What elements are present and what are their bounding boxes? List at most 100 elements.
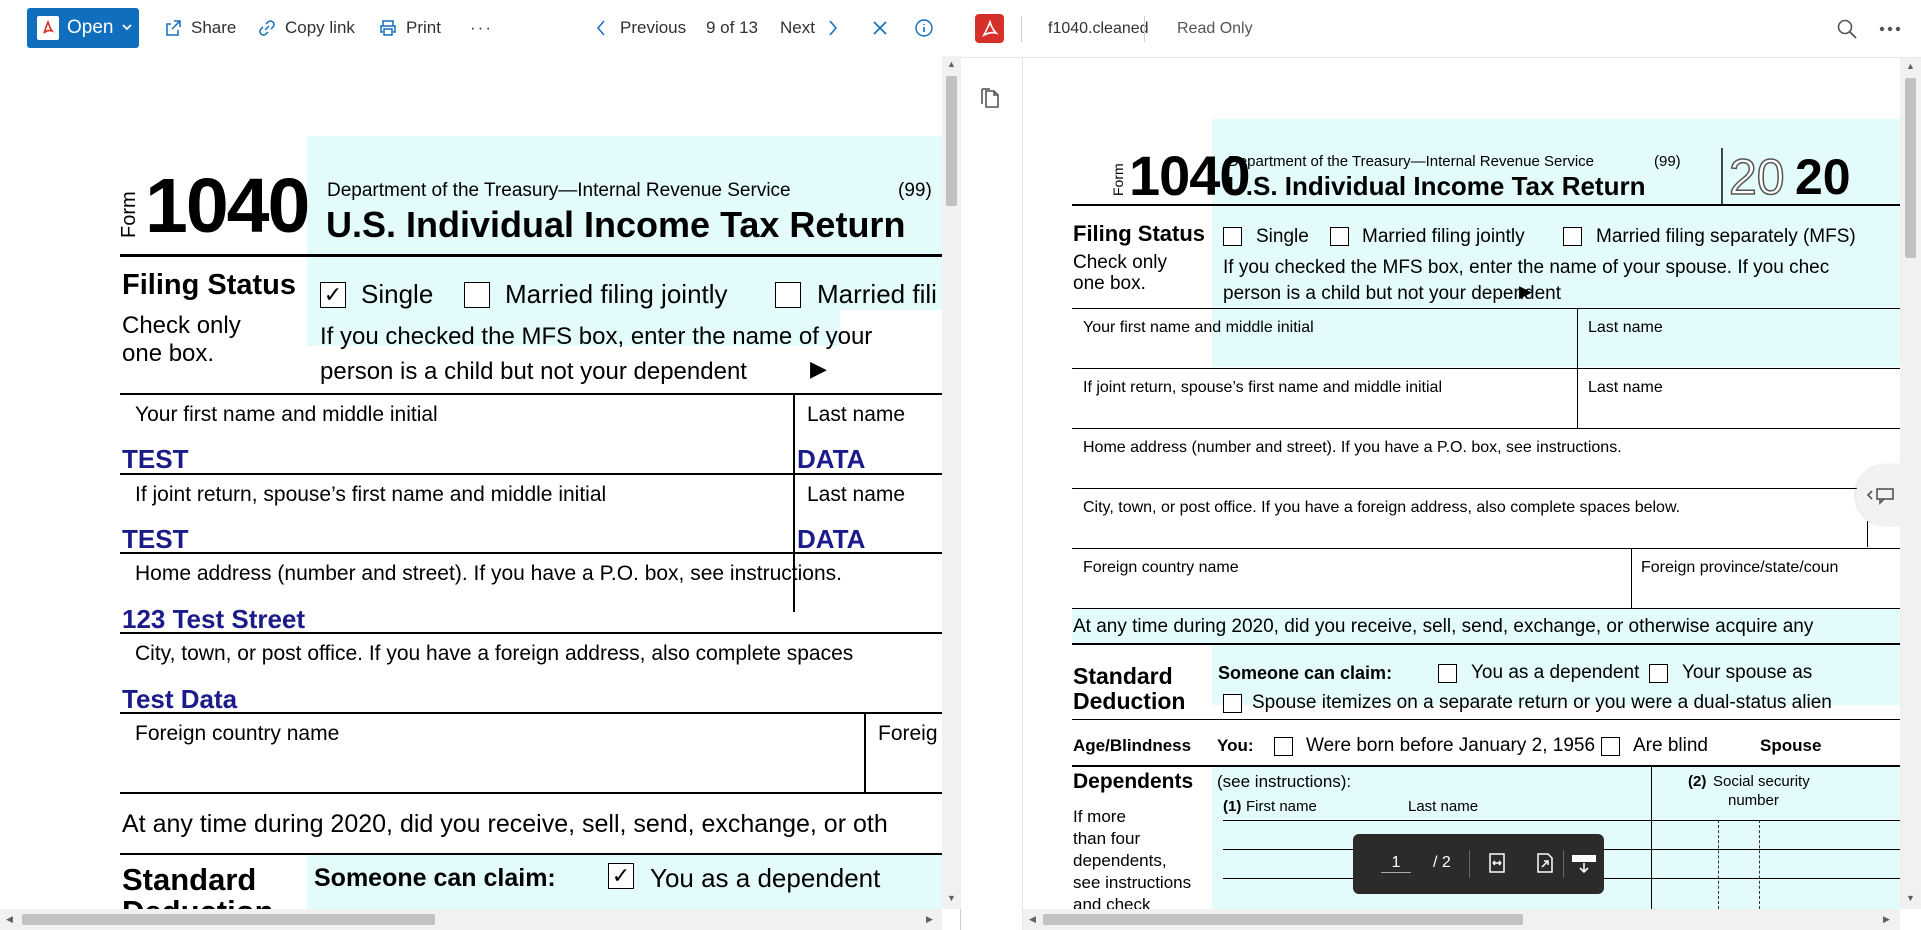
- if-more-line-2: than four: [1073, 829, 1141, 848]
- spouse-itemizes-checkbox[interactable]: [1223, 694, 1242, 713]
- next-button[interactable]: Next: [780, 14, 843, 42]
- divider: [1021, 16, 1022, 42]
- form-title: U.S. Individual Income Tax Return: [326, 204, 906, 245]
- married-separately-checkbox[interactable]: [1563, 227, 1582, 246]
- married-jointly-checkbox[interactable]: [464, 282, 490, 308]
- open-button[interactable]: Open: [27, 8, 139, 48]
- page-thumbnails-button[interactable]: [978, 86, 1002, 110]
- spouse-first-name-label: If joint return, spouse’s first name and…: [135, 483, 607, 506]
- married-jointly-checkbox[interactable]: [1330, 227, 1349, 246]
- one-box-text: one box.: [1073, 273, 1146, 294]
- scroll-up-arrow-icon[interactable]: ▲: [1906, 62, 1915, 71]
- share-label: Share: [191, 18, 237, 37]
- you-as-dependent-checkbox[interactable]: [1438, 664, 1457, 683]
- home-address-field[interactable]: 123 Test Street: [122, 604, 305, 635]
- right-document-page: Form 1040 Department of the Treasury—Int…: [1023, 58, 1900, 909]
- left-horizontal-scrollbar[interactable]: ◀ ▶: [0, 909, 942, 930]
- first-name-field[interactable]: TEST: [122, 444, 188, 475]
- rule: [1072, 308, 1900, 309]
- ssn-divider: [1718, 820, 1719, 909]
- if-more-line-1: If more: [1073, 807, 1126, 826]
- scroll-right-arrow-icon[interactable]: ▶: [1883, 915, 1890, 924]
- foreign-country-label: Foreign country name: [135, 722, 340, 745]
- scroll-down-arrow-icon[interactable]: ▼: [947, 894, 956, 903]
- scroll-down-arrow-icon[interactable]: ▼: [1906, 894, 1915, 903]
- fit-width-button[interactable]: [1485, 851, 1509, 875]
- born-before-label: Were born before January 2, 1956: [1306, 735, 1596, 756]
- page-number-input[interactable]: 1: [1381, 854, 1411, 873]
- you-label: You:: [1217, 736, 1254, 755]
- divider: [1469, 850, 1470, 878]
- right-vertical-scrollbar[interactable]: ▲ ▼: [1900, 58, 1921, 909]
- last-name-field[interactable]: DATA: [797, 444, 865, 475]
- you-as-dependent-label: You as a dependent: [650, 863, 881, 893]
- rule: [120, 393, 942, 395]
- search-icon: [1837, 19, 1857, 39]
- close-button[interactable]: [870, 14, 890, 42]
- arrow-right-icon: ▶: [810, 356, 827, 381]
- mfs-note-line-1: If you checked the MFS box, enter the na…: [320, 323, 873, 350]
- are-blind-checkbox[interactable]: [1601, 737, 1620, 756]
- scroll-right-arrow-icon[interactable]: ▶: [926, 915, 933, 924]
- horizontal-scroll-thumb[interactable]: [22, 914, 435, 925]
- more-options-button[interactable]: [1877, 17, 1903, 41]
- spouse-as-dependent-checkbox[interactable]: [1649, 664, 1668, 683]
- married-separately-checkbox[interactable]: [775, 282, 801, 308]
- open-button-label: Open: [67, 17, 114, 38]
- pages-icon: [981, 88, 999, 108]
- left-vertical-scrollbar[interactable]: ▲ ▼: [942, 56, 961, 909]
- form-word: Form: [118, 191, 140, 238]
- standard-deduction-heading-1: Standard: [122, 862, 257, 897]
- scroll-left-arrow-icon[interactable]: ◀: [6, 915, 13, 924]
- read-only-label: Read Only: [1177, 20, 1253, 37]
- born-before-checkbox[interactable]: [1274, 737, 1293, 756]
- check-only-text: Check only: [1073, 252, 1167, 273]
- arrow-right-icon: ▶: [1519, 282, 1533, 301]
- column-divider: [864, 712, 866, 792]
- more-options-button[interactable]: ···: [470, 14, 493, 42]
- comment-icon: [1866, 488, 1894, 505]
- spouse-last-name-field[interactable]: DATA: [797, 524, 865, 555]
- you-as-dependent-checkbox[interactable]: ✓: [608, 863, 634, 889]
- foreign-province-label: Foreig: [878, 722, 938, 745]
- fit-page-button[interactable]: [1533, 851, 1557, 875]
- rule: [1072, 368, 1900, 369]
- spouse-first-name-label: If joint return, spouse’s first name and…: [1083, 379, 1442, 396]
- copy-link-button[interactable]: Copy link: [257, 14, 355, 42]
- print-label: Print: [406, 18, 441, 37]
- vertical-scroll-thumb[interactable]: [946, 76, 957, 206]
- printer-icon: [380, 20, 396, 36]
- last-name-label: Last name: [1588, 319, 1663, 336]
- column-divider: [1867, 521, 1868, 547]
- chevron-down-icon: [121, 17, 133, 39]
- rule: [120, 712, 942, 714]
- scroll-mode-button[interactable]: [1570, 851, 1598, 875]
- spouse-first-name-field[interactable]: TEST: [122, 524, 188, 555]
- virtual-currency-question: At any time during 2020, did you receive…: [122, 810, 888, 838]
- scroll-left-arrow-icon[interactable]: ◀: [1029, 915, 1036, 924]
- filing-status-heading: Filing Status: [122, 269, 296, 301]
- col1-number: (1): [1223, 798, 1242, 815]
- previous-button[interactable]: Previous: [592, 14, 686, 42]
- single-checkbox[interactable]: ✓: [320, 282, 346, 308]
- vertical-scroll-thumb[interactable]: [1905, 78, 1916, 258]
- single-label: Single: [361, 279, 434, 309]
- married-separately-label: Married filing separately (MFS): [1596, 226, 1856, 247]
- left-toolbar: Open Share Copy link Print ··· Previous …: [0, 0, 961, 56]
- right-side-rail: [961, 58, 1023, 930]
- left-document-viewer: Open Share Copy link Print ··· Previous …: [0, 0, 961, 930]
- single-checkbox[interactable]: [1223, 227, 1242, 246]
- info-button[interactable]: [914, 14, 934, 42]
- print-button[interactable]: Print: [378, 14, 441, 42]
- right-horizontal-scrollbar[interactable]: ◀ ▶: [1023, 909, 1900, 930]
- standard-deduction-heading-2: Deduction: [122, 894, 274, 909]
- share-button[interactable]: Share: [163, 14, 236, 42]
- spouse-last-name-label: Last name: [1588, 379, 1663, 396]
- search-button[interactable]: [1835, 17, 1859, 41]
- city-field[interactable]: Test Data: [122, 684, 237, 715]
- form-word: Form: [1110, 163, 1126, 196]
- divider: [1144, 16, 1145, 42]
- horizontal-scroll-thumb[interactable]: [1043, 914, 1523, 925]
- fit-width-icon: [1489, 853, 1505, 873]
- scroll-up-arrow-icon[interactable]: ▲: [947, 60, 956, 69]
